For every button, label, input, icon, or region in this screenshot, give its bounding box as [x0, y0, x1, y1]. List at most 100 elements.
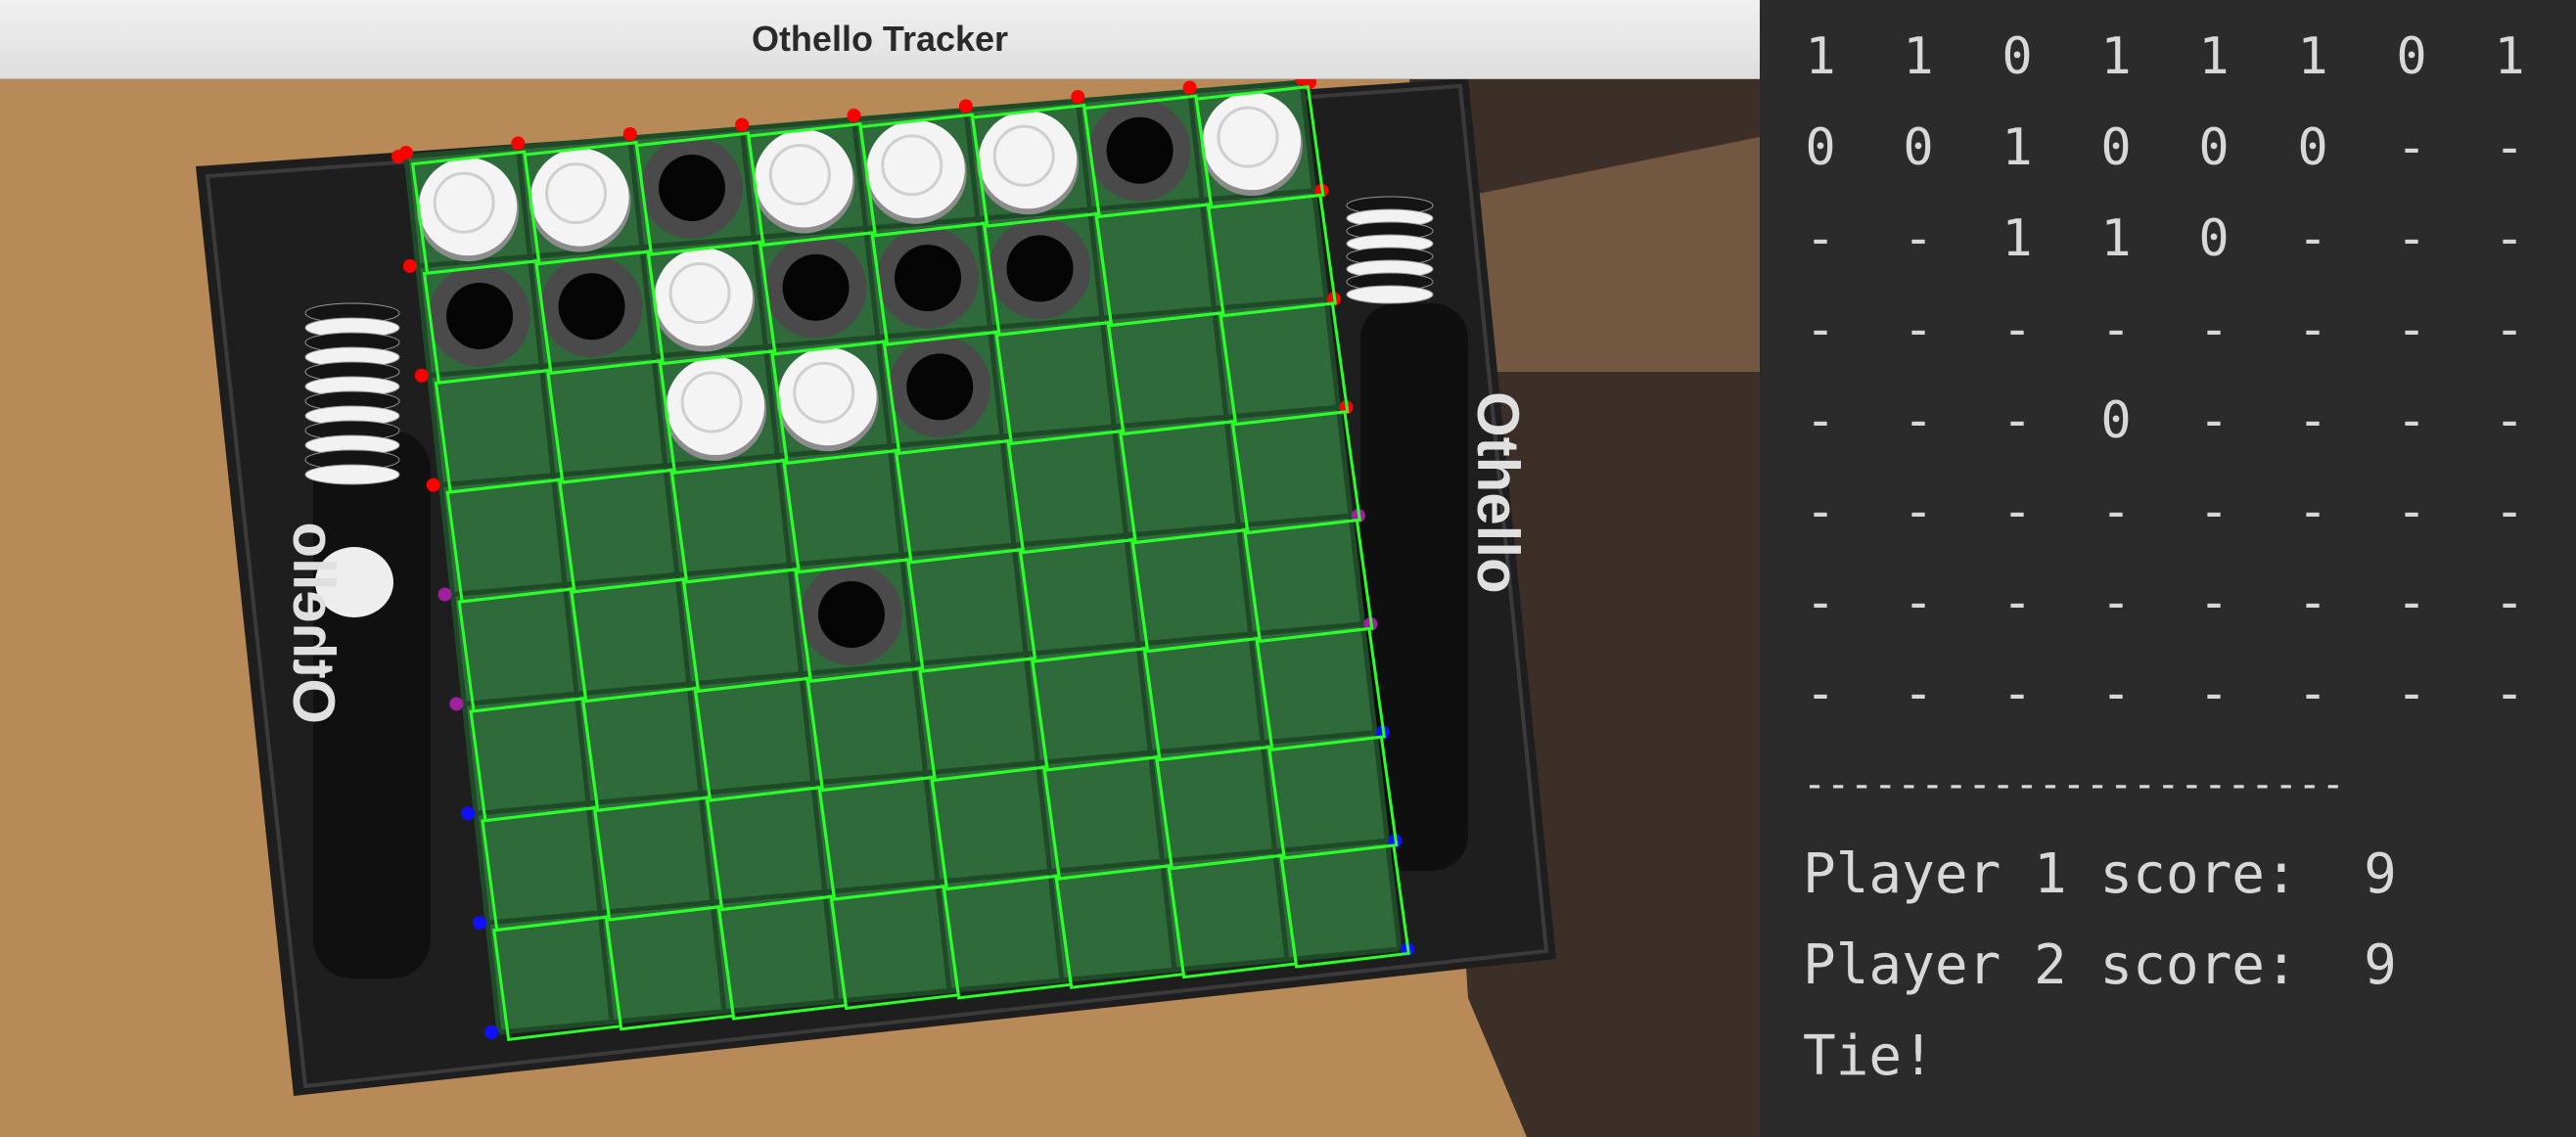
- console-grid-cell: 1: [2100, 209, 2132, 268]
- console-grid-cell: -: [2396, 573, 2427, 632]
- window-title: Othello Tracker: [751, 19, 1009, 59]
- game-result: Tie!: [1803, 1024, 1935, 1088]
- camera-frame: Othello Othello: [0, 78, 1760, 1137]
- console-grid-cell: -: [1805, 664, 1836, 723]
- black-disc: [1006, 235, 1074, 302]
- console-grid-cell: -: [2494, 118, 2525, 177]
- console-grid-cell: -: [1903, 482, 1934, 541]
- console-grid-cell: 0: [2396, 27, 2427, 86]
- console-grid-cell: -: [1805, 300, 1836, 359]
- console-grid-cell: -: [2297, 573, 2328, 632]
- corner-marker: [449, 697, 464, 711]
- camera-view: Othello Othello: [0, 78, 1760, 1137]
- corner-marker: [461, 806, 476, 821]
- console-grid-cell: 0: [2198, 118, 2230, 177]
- console-grid-cell: -: [1903, 300, 1934, 359]
- console-grid-cell: -: [2297, 391, 2328, 450]
- right-stack-disc: [1346, 285, 1434, 304]
- left-stack-disc: [304, 464, 400, 485]
- console-grid-cell: 1: [2001, 118, 2033, 177]
- corner-marker: [437, 587, 452, 602]
- console-grid-cell: -: [2396, 118, 2427, 177]
- console-grid-cell: -: [2198, 482, 2230, 541]
- console-grid-cell: -: [2001, 573, 2033, 632]
- corner-marker: [426, 478, 440, 492]
- console-grid-cell: -: [2396, 664, 2427, 723]
- console-grid-cell: -: [1903, 209, 1934, 268]
- app-window: Othello Tracker Othello Othello: [0, 0, 1760, 1137]
- console-grid-cell: -: [2198, 391, 2230, 450]
- console-grid-cell: -: [2100, 573, 2132, 632]
- console-grid-cell: -: [1903, 664, 1934, 723]
- black-disc: [1106, 116, 1173, 184]
- console-grid-cell: -: [1805, 391, 1836, 450]
- console-grid-cell: 0: [2100, 391, 2132, 450]
- console-grid-cell: 1: [2494, 27, 2525, 86]
- console-panel: 11011101001000----110--------------0----…: [1760, 0, 2576, 1137]
- console-grid-cell: -: [2297, 300, 2328, 359]
- console-grid-cell: -: [2396, 482, 2427, 541]
- console-grid-cell: -: [2396, 300, 2427, 359]
- console-grid-row: --------: [1760, 300, 2576, 359]
- console-grid-cell: -: [2001, 300, 2033, 359]
- console-grid-cell: -: [2100, 300, 2132, 359]
- console-grid-cell: 0: [2100, 118, 2132, 177]
- black-disc: [817, 580, 885, 648]
- console-grid-cell: -: [2198, 300, 2230, 359]
- console-grid-cell: 0: [2198, 209, 2230, 268]
- console-grid-cell: -: [1805, 482, 1836, 541]
- corner-marker: [399, 146, 413, 159]
- console-grid-row: --------: [1760, 573, 2576, 632]
- console-grid-row: - - - 0 - - - -: [1760, 391, 2576, 450]
- console-grid-cell: 0: [2001, 27, 2033, 86]
- player2-score: Player 2 score: 9: [1803, 933, 2397, 997]
- console-grid-cell: 1: [1805, 27, 1836, 86]
- console-grid-row: --------: [1760, 664, 2576, 723]
- console-grid-cell: -: [2001, 482, 2033, 541]
- console-grid-row: - - 1 1 0 - - -: [1760, 209, 2576, 268]
- corner-marker: [402, 258, 417, 273]
- corner-marker: [735, 117, 750, 132]
- console-grid-row: 0 0 1 0 0 0 - -: [1760, 118, 2576, 177]
- black-disc: [558, 273, 625, 341]
- black-disc: [906, 353, 974, 421]
- console-grid-cell: -: [1805, 209, 1836, 268]
- black-disc: [782, 253, 850, 321]
- black-disc: [658, 155, 725, 222]
- corner-marker: [511, 136, 526, 151]
- black-disc: [446, 282, 514, 349]
- console-grid-cell: -: [2100, 482, 2132, 541]
- console-grid-cell: -: [2198, 573, 2230, 632]
- console-grid-cell: 1: [2001, 209, 2033, 268]
- corner-marker: [622, 127, 637, 141]
- corner-marker: [414, 368, 429, 383]
- console-grid-cell: -: [2001, 664, 2033, 723]
- corner-marker: [484, 1025, 498, 1039]
- console-grid-cell: -: [2494, 664, 2525, 723]
- console-grid-cell: 1: [2297, 27, 2328, 86]
- console-grid-cell: 0: [1903, 118, 1934, 177]
- console-grid-cell: -: [1805, 573, 1836, 632]
- console-grid-cell: 1: [1903, 27, 1934, 86]
- player1-score: Player 1 score: 9: [1803, 842, 2397, 906]
- console-grid-cell: -: [2494, 573, 2525, 632]
- console-grid-cell: -: [2494, 209, 2525, 268]
- console-grid-cell: -: [2100, 664, 2132, 723]
- console-grid-cell: -: [2494, 300, 2525, 359]
- corner-marker: [958, 99, 973, 114]
- black-disc: [895, 245, 962, 312]
- console-grid-cell: -: [2297, 664, 2328, 723]
- corner-marker: [1182, 80, 1197, 95]
- console-grid-row: --------: [1760, 482, 2576, 541]
- console-grid-cell: 1: [2100, 27, 2132, 86]
- console-grid-cell: -: [2494, 391, 2525, 450]
- console-grid-cell: -: [1903, 391, 1934, 450]
- console-divider: -----------------------: [1803, 762, 2345, 807]
- window-titlebar[interactable]: Othello Tracker: [0, 0, 1760, 79]
- corner-marker: [1071, 90, 1085, 104]
- console-grid-cell: -: [2494, 482, 2525, 541]
- board-brand-left: Othello: [281, 522, 346, 724]
- console-grid-row: 1 1 0 1 1 1 0 1: [1760, 27, 2576, 86]
- console-grid-cell: -: [2396, 209, 2427, 268]
- console-grid-cell: -: [2297, 482, 2328, 541]
